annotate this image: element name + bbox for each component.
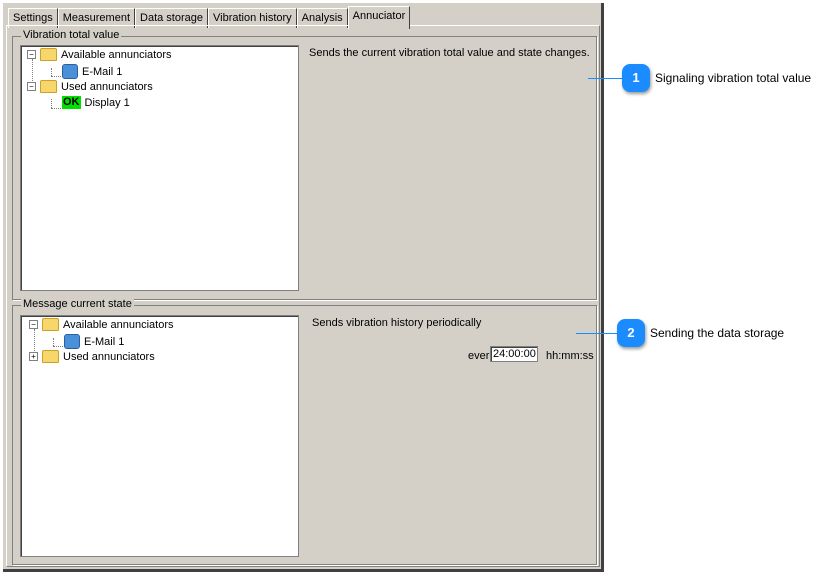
callout-label: Signaling vibration total value xyxy=(655,71,812,85)
node-label: Used annunciators xyxy=(63,350,155,363)
tree-node-available[interactable]: − Available annunciators xyxy=(29,318,173,331)
tab-annuciator[interactable]: Annuciator xyxy=(347,6,411,29)
description: Sends vibration history periodically xyxy=(312,317,482,329)
annunciator-tree[interactable]: − Available annunciators E-Mail 1 + Used a… xyxy=(20,315,299,557)
callout-line xyxy=(576,333,617,334)
tree-node-used[interactable]: + Used annunciators xyxy=(29,350,155,363)
node-label: Used annunciators xyxy=(61,80,153,93)
email-icon xyxy=(62,64,78,79)
tab-bar: Settings Measurement Data storage Vibrat… xyxy=(8,6,411,29)
node-label: Available annunciators xyxy=(61,48,172,61)
tree-node-used[interactable]: − Used annunciators xyxy=(27,80,153,93)
callout-label: Sending the data storage xyxy=(650,326,785,340)
vibration-total-value-group: Vibration total value − Available annunci… xyxy=(12,29,597,300)
node-label: E-Mail 1 xyxy=(84,335,125,348)
callout-badge: 1 xyxy=(622,64,650,92)
interval-prefix: ever xyxy=(468,350,490,362)
ok-badge-icon: OK xyxy=(62,96,81,109)
expand-icon[interactable]: + xyxy=(29,352,38,361)
group-title: Vibration total value xyxy=(21,29,122,41)
tree-node-display[interactable]: OK Display 1 xyxy=(62,96,130,109)
node-label: Display 1 xyxy=(84,96,130,109)
callout-line xyxy=(588,78,622,79)
interval-unit: hh:mm:ss xyxy=(546,350,594,362)
tree-node-email[interactable]: E-Mail 1 xyxy=(64,334,124,349)
annunciator-tree[interactable]: − Available annunciators E-Mail 1 − Used a… xyxy=(20,45,299,291)
message-current-state-group: Message current state − Available annunci… xyxy=(12,298,597,565)
collapse-icon[interactable]: − xyxy=(29,320,38,329)
node-label: Available annunciators xyxy=(63,318,174,331)
callout-badge: 2 xyxy=(617,319,645,347)
node-label: E-Mail 1 xyxy=(82,65,123,78)
tree-node-email[interactable]: E-Mail 1 xyxy=(62,64,122,79)
description: Sends the current vibration total value … xyxy=(309,47,590,59)
collapse-icon[interactable]: − xyxy=(27,50,36,59)
folder-icon xyxy=(42,318,59,331)
email-icon xyxy=(64,334,80,349)
interval-input[interactable]: 24:00:00 xyxy=(490,346,538,362)
folder-icon xyxy=(40,48,57,61)
folder-icon xyxy=(42,350,59,363)
collapse-icon[interactable]: − xyxy=(27,82,36,91)
tree-node-available[interactable]: − Available annunciators xyxy=(27,48,171,61)
folder-icon xyxy=(40,80,57,93)
group-title: Message current state xyxy=(21,298,134,310)
